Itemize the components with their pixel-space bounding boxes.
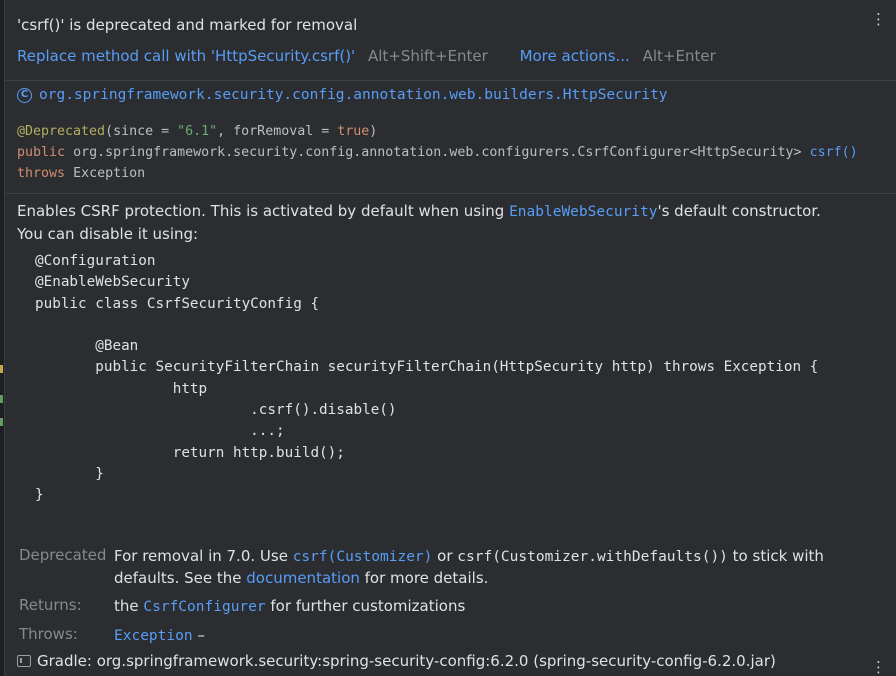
- class-icon: C: [17, 87, 32, 103]
- documentation-link[interactable]: documentation: [246, 569, 360, 587]
- containing-class: C org.springframework.security.config.an…: [17, 87, 668, 103]
- csrf-configurer-link[interactable]: CsrfConfigurer: [143, 599, 265, 615]
- signature-declaration-line: public org.springframework.security.conf…: [17, 142, 858, 163]
- more-actions-link[interactable]: More actions...: [520, 47, 630, 65]
- csrf-customizer-link[interactable]: csrf(Customizer): [293, 549, 433, 565]
- replace-method-call-fix[interactable]: Replace method call with 'HttpSecurity.c…: [17, 47, 355, 65]
- code-example: @Configuration @EnableWebSecurity public…: [35, 253, 819, 504]
- quick-documentation-popup: 'csrf()' is deprecated and marked for re…: [4, 0, 896, 676]
- deprecated-annotation: @Deprecated: [17, 124, 106, 139]
- throws-tag-label: Throws:: [19, 625, 78, 643]
- returns-tag-label: Returns:: [19, 596, 82, 614]
- gutter-marker: [0, 365, 3, 373]
- throws-keyword: throws: [17, 166, 66, 181]
- gutter-marker: [0, 418, 3, 426]
- with-defaults-code: csrf(Customizer.withDefaults()): [457, 549, 728, 565]
- library-name: Gradle: org.springframework.security:spr…: [37, 652, 776, 670]
- return-type: org.springframework.security.config.anno…: [73, 145, 802, 160]
- throws-exception: Exception: [73, 166, 146, 181]
- more-vertical-icon[interactable]: ⋮: [871, 12, 886, 27]
- signature-annotation-line: @Deprecated(since = "6.1", forRemoval = …: [17, 124, 378, 139]
- quick-fix-row: Replace method call with 'HttpSecurity.c…: [17, 47, 716, 65]
- returns-tag-value: the CsrfConfigurer for further customiza…: [114, 597, 466, 615]
- exception-link[interactable]: Exception: [114, 628, 193, 644]
- modifier-keyword: public: [17, 145, 66, 160]
- divider: [5, 80, 896, 81]
- gutter-marker: [0, 395, 3, 403]
- method-description: Enables CSRF protection. This is activat…: [17, 202, 821, 243]
- deprecated-tag-label: Deprecated: [19, 546, 107, 564]
- class-name-link[interactable]: org.springframework.security.config.anno…: [39, 87, 668, 103]
- enable-web-security-link[interactable]: EnableWebSecurity: [509, 204, 657, 220]
- fix-shortcut: Alt+Shift+Enter: [367, 47, 488, 65]
- more-vertical-icon[interactable]: ⋮: [871, 660, 886, 675]
- more-actions-shortcut: Alt+Enter: [642, 47, 716, 65]
- library-source: Gradle: org.springframework.security:spr…: [17, 652, 776, 670]
- since-value: "6.1": [177, 124, 218, 139]
- for-removal-value: true: [337, 124, 370, 139]
- deprecation-warning-title: 'csrf()' is deprecated and marked for re…: [17, 16, 358, 34]
- throws-tag-value: Exception –: [114, 626, 205, 644]
- method-signature: @Deprecated(since = "6.1", forRemoval = …: [17, 121, 858, 184]
- library-icon: [17, 655, 31, 667]
- divider: [5, 193, 896, 194]
- method-name: csrf(): [809, 145, 858, 160]
- deprecated-tag-value: For removal in 7.0. Use csrf(Customizer)…: [114, 547, 824, 587]
- signature-throws-line: throws Exception: [17, 163, 858, 184]
